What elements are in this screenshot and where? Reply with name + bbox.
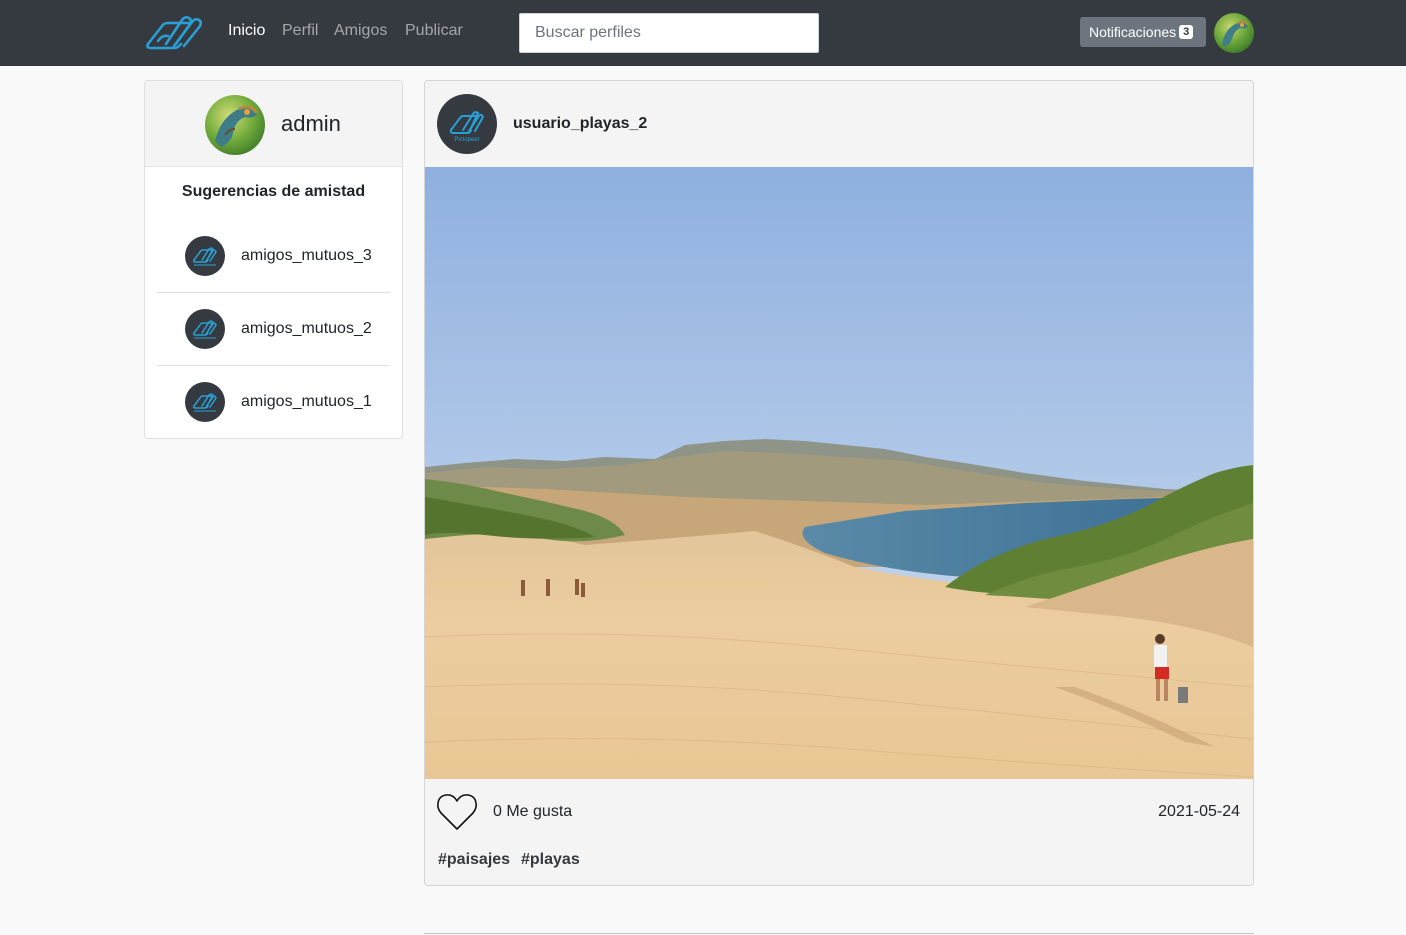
svg-text:Pictopeer: Pictopeer — [454, 137, 479, 143]
search-input[interactable] — [519, 13, 819, 53]
suggestion-item[interactable]: amigos_mutuos_3 — [157, 220, 390, 293]
next-post-edge — [424, 933, 1254, 934]
post-date: 2021-05-24 — [1158, 803, 1240, 820]
suggestion-name: amigos_mutuos_2 — [241, 320, 372, 337]
brand-logo-icon[interactable] — [144, 14, 204, 52]
suggestion-avatar-icon — [185, 309, 225, 349]
suggestion-item[interactable]: amigos_mutuos_2 — [157, 293, 390, 366]
nav-link-inicio[interactable]: Inicio — [228, 22, 265, 40]
nav-link-perfil[interactable]: Perfil — [282, 22, 318, 40]
hashtag-link[interactable]: #paisajes — [438, 851, 510, 869]
post-photo[interactable] — [425, 167, 1253, 779]
notifications-count-badge: 3 — [1179, 25, 1194, 39]
suggestion-item[interactable]: amigos_mutuos_1 — [157, 366, 390, 438]
nav-link-amigos[interactable]: Amigos — [334, 22, 387, 40]
post-author-avatar-icon[interactable]: Pictopeer — [437, 94, 497, 154]
suggestion-name: amigos_mutuos_1 — [241, 393, 372, 410]
user-avatar[interactable] — [1214, 13, 1254, 53]
suggestion-avatar-icon — [185, 382, 225, 422]
post-author-username[interactable]: usuario_playas_2 — [513, 115, 647, 133]
heart-icon[interactable] — [436, 792, 478, 832]
profile-sidebar: admin Sugerencias de amistad amigos_mutu… — [144, 80, 403, 439]
nav-link-publicar[interactable]: Publicar — [405, 22, 463, 40]
profile-avatar[interactable] — [205, 95, 265, 155]
post-header: Pictopeer usuario_playas_2 — [425, 81, 1253, 167]
post-card: Pictopeer usuario_playas_2 0 Me gusta 20… — [424, 80, 1254, 886]
suggestion-name: amigos_mutuos_3 — [241, 247, 372, 264]
notifications-label: Notificaciones — [1089, 24, 1177, 40]
suggestion-avatar-icon — [185, 236, 225, 276]
sidebar-profile-header: admin — [145, 81, 402, 167]
notifications-button[interactable]: Notificaciones 3 — [1080, 17, 1206, 47]
likes-count: 0 Me gusta — [493, 803, 573, 820]
profile-username: admin — [281, 111, 341, 136]
hashtag-link[interactable]: #playas — [521, 851, 580, 869]
top-navbar: Inicio Perfil Amigos Publicar Notificaci… — [0, 0, 1406, 66]
suggestions-title: Sugerencias de amistad — [181, 183, 366, 200]
